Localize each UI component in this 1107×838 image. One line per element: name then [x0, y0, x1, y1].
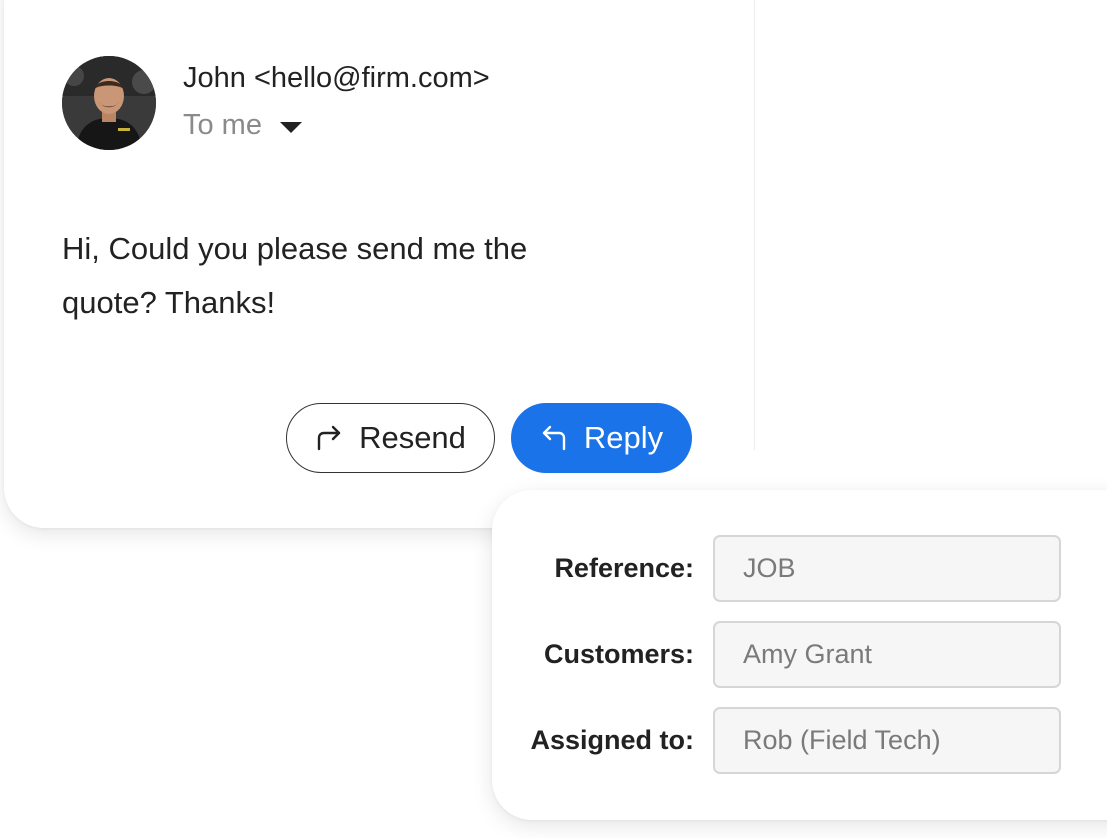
message-body: Hi, Could you please send me the quote? … [62, 231, 528, 320]
assigned-to-field[interactable]: Rob (Field Tech) [713, 707, 1061, 774]
reply-button[interactable]: Reply [511, 403, 692, 473]
resend-button[interactable]: Resend [286, 403, 495, 473]
resend-label: Resend [359, 420, 466, 455]
customers-field[interactable]: Amy Grant [713, 621, 1061, 688]
recipient-label: To me [183, 109, 262, 141]
caret-down-icon[interactable] [279, 122, 302, 133]
assigned-to-value: Rob (Field Tech) [743, 725, 941, 755]
customers-value: Amy Grant [743, 639, 873, 669]
reply-label: Reply [583, 420, 664, 455]
assigned-to-label: Assigned to: [530, 725, 694, 755]
reference-field[interactable]: JOB [713, 535, 1061, 602]
forward-arrow-icon [315, 425, 343, 451]
reference-value: JOB [743, 553, 796, 583]
reference-label: Reference: [554, 553, 694, 583]
sender-avatar [62, 56, 156, 150]
page: John <hello@firm.com> To me Hi, Could yo… [0, 0, 1107, 838]
customers-label: Customers: [543, 639, 694, 669]
recipient-dropdown[interactable]: To me [183, 109, 302, 142]
card-divider [754, 0, 755, 450]
reply-arrow-icon [540, 425, 568, 451]
sender-name: John <hello@firm.com> [183, 62, 490, 94]
